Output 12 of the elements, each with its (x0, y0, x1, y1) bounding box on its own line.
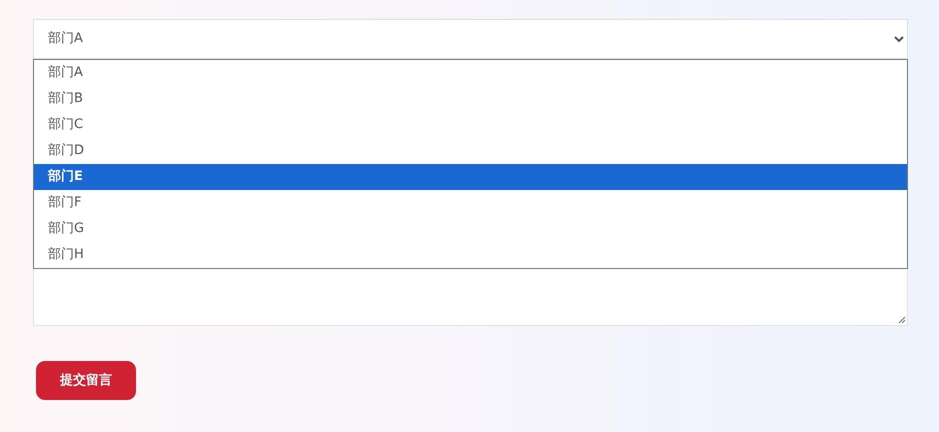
department-select[interactable]: 部门A (33, 19, 908, 59)
dropdown-option[interactable]: 部门G (34, 216, 907, 242)
dropdown-option[interactable]: 部门E (34, 164, 907, 190)
resize-grip-icon (898, 316, 906, 324)
dropdown-option[interactable]: 部门A (34, 60, 907, 86)
dropdown-option[interactable]: 部门C (34, 112, 907, 138)
dropdown-option[interactable]: 部门D (34, 138, 907, 164)
submit-button[interactable]: 提交留言 (36, 361, 136, 400)
dropdown-option[interactable]: 部门H (34, 242, 907, 268)
chevron-down-icon (894, 36, 904, 42)
dropdown-option[interactable]: 部门F (34, 190, 907, 216)
dropdown-option[interactable]: 部门B (34, 86, 907, 112)
